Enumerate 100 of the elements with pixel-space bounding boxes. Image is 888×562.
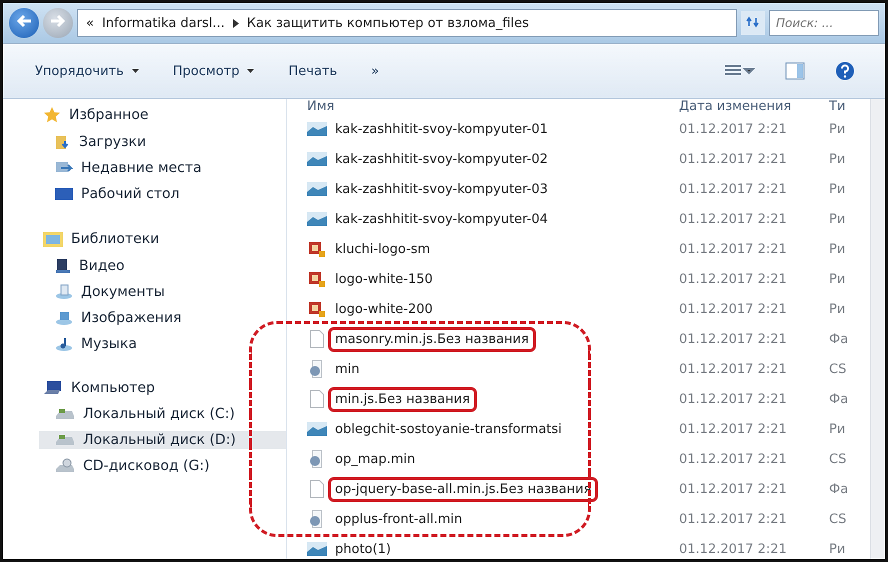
image-file-icon [307, 542, 327, 556]
file-name: min [334, 360, 361, 378]
view-options-icon[interactable] [725, 64, 755, 78]
type-cell-text: Ри [829, 122, 846, 136]
type-cell-text: Фа [829, 332, 850, 346]
pictures-icon [55, 310, 73, 326]
date-cell-text: 01.12.2017 2:21 [679, 482, 788, 496]
date-cell-text: 01.12.2017 2:21 [679, 302, 788, 316]
toolbar-button[interactable]: Печать [286, 60, 340, 82]
image-file-icon [309, 241, 325, 257]
type-cell-text: Ри [829, 182, 846, 196]
type-cell-text: Ри [829, 272, 846, 286]
libraries-icon [43, 230, 63, 248]
computer-icon [43, 380, 63, 396]
preview-pane-icon[interactable] [785, 62, 805, 80]
file-name: logo-white-150 [334, 270, 434, 288]
music-icon [55, 336, 73, 352]
blank-file-icon [310, 390, 324, 408]
date-cell-text: 01.12.2017 2:21 [679, 422, 788, 436]
file-name: kluchi-logo-sm [334, 240, 432, 258]
image-file-icon [309, 271, 325, 287]
folder-arrow-icon [55, 134, 71, 150]
date-cell-text: 01.12.2017 2:21 [679, 272, 788, 286]
toolbar-button[interactable]: Упорядочить [33, 60, 141, 82]
left-arrow-icon [16, 14, 32, 28]
star-icon [43, 106, 61, 124]
nav-section[interactable]: Компьютер [39, 379, 286, 397]
search-field[interactable]: Поиск: ... [769, 10, 879, 36]
nav-section[interactable]: Избранное [39, 105, 286, 125]
refresh-button[interactable] [741, 11, 765, 35]
file-name: logo-white-200 [334, 300, 434, 318]
type-cell-text: Ри [829, 302, 846, 316]
nav-item[interactable]: CD-дисковод (G:) [39, 457, 286, 475]
nav-section[interactable]: Библиотеки [39, 229, 286, 249]
type-cell-text: Ри [829, 422, 846, 436]
documents-icon [55, 284, 73, 300]
file-name: kak-zashhitit-svoy-kompyuter-03 [334, 180, 549, 198]
nav-item[interactable]: Локальный диск (D:) [39, 431, 286, 449]
nav-item[interactable]: Документы [39, 283, 286, 301]
video-icon [55, 258, 71, 274]
scrollbar[interactable] [870, 99, 885, 559]
css-file-icon [309, 360, 325, 378]
nav-item[interactable]: Музыка [39, 335, 286, 353]
type-cell-text: Фа [829, 482, 850, 496]
up-down-arrows-icon [746, 16, 760, 28]
type-cell-text: Ри [829, 542, 846, 556]
breadcrumb-arrow-icon[interactable] [232, 18, 239, 28]
nav-item[interactable]: Рабочий стол [39, 185, 286, 203]
type-cell-text: Ри [829, 212, 846, 226]
date-cell-text: 01.12.2017 2:21 [679, 212, 788, 226]
file-name: photo(1) [334, 540, 392, 558]
type-cell-text: Фа [829, 392, 850, 406]
file-name: kak-zashhitit-svoy-kompyuter-04 [334, 210, 549, 228]
drive-icon [55, 407, 75, 421]
right-arrow-icon [50, 14, 66, 28]
date-cell-text: 01.12.2017 2:21 [679, 362, 788, 376]
nav-item[interactable]: Изображения [39, 309, 286, 327]
drive-icon [55, 433, 75, 447]
type-cell-text: CS [829, 512, 848, 526]
date-cell-text: 01.12.2017 2:21 [679, 542, 788, 556]
file-name: op_map.min [334, 450, 416, 468]
date-cell-text: 01.12.2017 2:21 [679, 392, 788, 406]
desktop-icon [55, 187, 73, 201]
type-cell-text: Ри [829, 152, 846, 166]
date-cell-text: 01.12.2017 2:21 [679, 512, 788, 526]
date-cell-text: 01.12.2017 2:21 [679, 452, 788, 466]
file-name: opplus-front-all.min [334, 510, 464, 528]
image-file-icon [307, 212, 327, 226]
image-file-icon [309, 301, 325, 317]
nav-item[interactable]: Загрузки [39, 133, 286, 151]
column-header[interactable]: Ти [829, 99, 870, 114]
more-button[interactable]: » [369, 60, 382, 82]
nav-item[interactable]: Локальный диск (C:) [39, 405, 286, 423]
css-file-icon [309, 510, 325, 528]
date-cell-text: 01.12.2017 2:21 [679, 182, 788, 196]
image-file-icon [307, 152, 327, 166]
image-file-icon [307, 422, 327, 436]
cd-drive-icon [55, 458, 75, 474]
column-header[interactable]: Имя [307, 99, 679, 114]
file-name: oblegchit-sostoyanie-transformatsi [334, 420, 563, 438]
file-name: min.js.Без названия [331, 390, 474, 408]
toolbar-button[interactable]: Просмотр [170, 60, 256, 82]
file-name: kak-zashhitit-svoy-kompyuter-01 [334, 120, 549, 138]
image-file-icon [307, 182, 327, 196]
file-name: masonry.min.js.Без названия [331, 330, 533, 348]
column-header[interactable]: Дата изменения [679, 99, 829, 114]
date-cell-text: 01.12.2017 2:21 [679, 242, 788, 256]
nav-item[interactable]: Недавние места [39, 159, 286, 177]
date-cell-text: 01.12.2017 2:21 [679, 122, 788, 136]
file-name: op-jquery-base-all.min.js.Без названия [331, 480, 596, 498]
help-icon[interactable] [835, 61, 855, 81]
nav-item[interactable]: Видео [39, 257, 286, 275]
blank-file-icon [310, 330, 324, 348]
type-cell-text: Ри [829, 242, 846, 256]
type-cell-text: CS [829, 452, 848, 466]
back-button[interactable] [9, 8, 39, 38]
css-file-icon [309, 450, 325, 468]
blank-file-icon [310, 480, 324, 498]
address-bar[interactable]: « Informatika darsl... Как защитить компьютер от взлома_files [77, 9, 737, 37]
date-cell-text: 01.12.2017 2:21 [679, 152, 788, 166]
